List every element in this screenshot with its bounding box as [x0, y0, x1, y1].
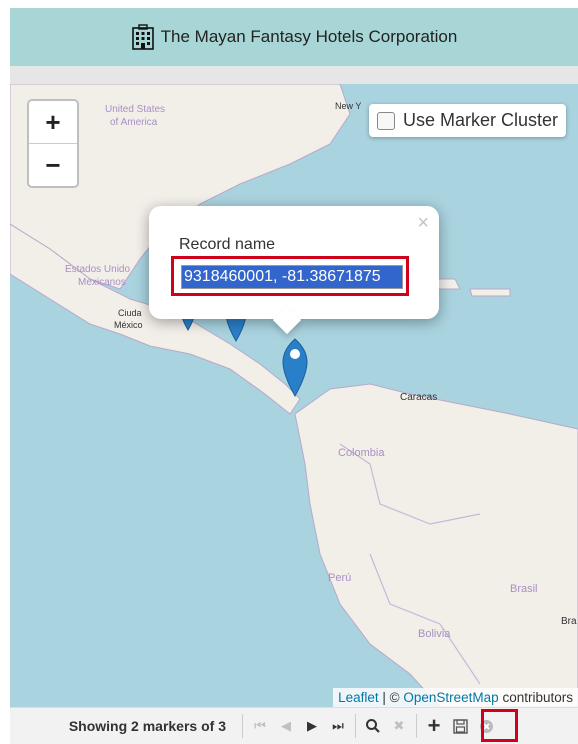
- popup-close-button[interactable]: ×: [417, 212, 429, 235]
- record-name-label: Record name: [179, 236, 276, 253]
- label-usa: United States: [105, 104, 165, 115]
- label-mexico: Estados Unido: [65, 264, 130, 275]
- toolbar-divider: [242, 714, 243, 738]
- attribution-separator: | ©: [378, 690, 404, 705]
- search-icon[interactable]: [360, 713, 386, 739]
- leaflet-link[interactable]: Leaflet: [338, 690, 379, 705]
- label-bra-edge: Bra: [561, 616, 577, 627]
- add-button-highlight: [481, 709, 518, 742]
- status-text: Showing 2 markers of 3: [68, 718, 226, 734]
- label-new-york: New Y: [335, 101, 361, 111]
- label-brasil: Brasil: [510, 583, 538, 595]
- header-spacer: [10, 66, 578, 84]
- zoom-out-button[interactable]: −: [29, 143, 77, 186]
- save-icon[interactable]: [447, 713, 473, 739]
- svg-text:Mexicanos: Mexicanos: [78, 277, 126, 288]
- zoom-in-button[interactable]: +: [29, 101, 77, 143]
- next-icon[interactable]: ▶: [299, 713, 325, 739]
- toolbar-divider: [416, 714, 417, 738]
- label-colombia: Colombia: [338, 447, 385, 459]
- record-popup: × Record name: [149, 206, 439, 335]
- toolbar-divider: [355, 714, 356, 738]
- add-icon[interactable]: +: [421, 713, 447, 739]
- label-bolivia: Bolivia: [418, 628, 451, 640]
- last-page-icon[interactable]: ⏭: [325, 713, 351, 739]
- label-mexico-city: Ciuda: [118, 308, 142, 318]
- label-peru: Perú: [328, 572, 351, 584]
- marker-cluster-toggle[interactable]: Use Marker Cluster: [369, 104, 567, 137]
- marker-cluster-checkbox[interactable]: [377, 111, 395, 130]
- attribution-contributors: contributors: [498, 690, 573, 705]
- hotel-building-icon: [131, 24, 154, 50]
- zoom-control: + −: [27, 99, 79, 188]
- clear-icon[interactable]: ✖: [386, 713, 412, 739]
- map-attribution: Leaflet | © OpenStreetMap contributors: [333, 688, 578, 707]
- first-page-icon[interactable]: ⏮: [247, 713, 273, 739]
- marker-cluster-label: Use Marker Cluster: [403, 110, 559, 130]
- map-tiles: United States of America New Y Estados U…: [10, 84, 578, 707]
- map-view[interactable]: United States of America New Y Estados U…: [10, 84, 578, 707]
- svg-text:México: México: [114, 320, 143, 330]
- prev-icon[interactable]: ◀: [273, 713, 299, 739]
- record-name-input[interactable]: [181, 265, 403, 289]
- app-header: The Mayan Fantasy Hotels Corporation: [10, 8, 578, 66]
- svg-text:of America: of America: [110, 117, 158, 128]
- osm-link[interactable]: OpenStreetMap: [403, 690, 498, 705]
- label-caracas: Caracas: [400, 392, 437, 403]
- page-title: The Mayan Fantasy Hotels Corporation: [160, 27, 458, 46]
